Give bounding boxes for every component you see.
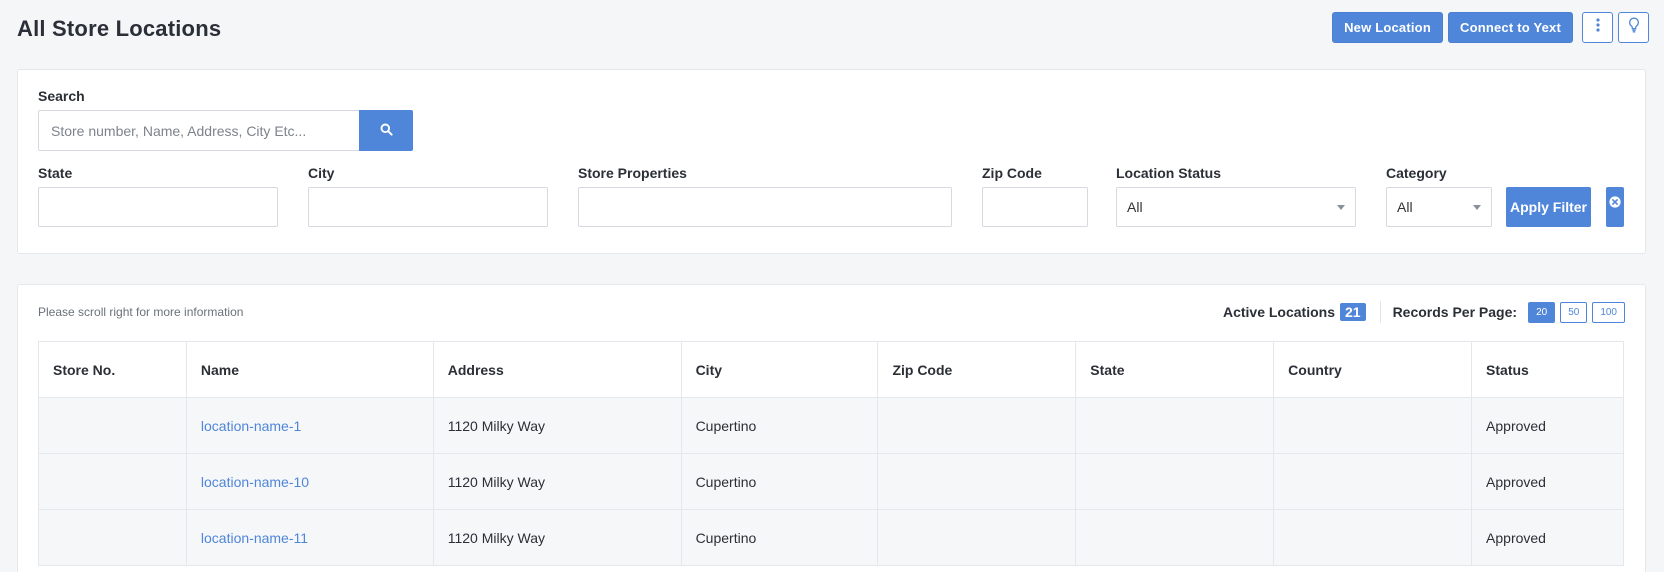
page-title: All Store Locations [17,16,222,41]
scroll-hint: Please scroll right for more information [38,305,244,319]
table-row[interactable]: location-name-1 1120 Milky Way Cupertino… [38,397,1624,454]
state-label: State [38,165,73,181]
search-input[interactable] [38,110,360,151]
active-locations-label: Active Locations [1222,304,1335,320]
location-status-value: All [1127,199,1143,215]
location-status-label: Location Status [1116,165,1222,181]
status-cell: Approved [1471,397,1624,454]
store-properties-label: Store Properties [578,165,687,181]
connect-to-yext-button[interactable]: Connect to Yext [1447,12,1573,43]
apply-filter-button[interactable]: Apply Filter [1506,187,1591,227]
zip-code-cell [877,397,1077,454]
search-button[interactable] [359,110,413,151]
location-name-link[interactable]: location-name-10 [185,453,434,510]
state-field[interactable] [38,187,278,227]
country-cell [1273,453,1473,510]
column-header-name[interactable]: Name [185,341,434,398]
chevron-down-icon [1473,205,1481,210]
chevron-down-icon [1337,205,1345,210]
state-cell [1075,509,1275,566]
per-page-20-button[interactable]: 20 [1528,301,1556,323]
city-label: City [308,165,335,181]
country-cell [1273,509,1473,566]
city-field[interactable] [308,187,548,227]
store-no-cell [38,397,187,454]
address-cell: 1120 Milky Way [432,397,682,454]
tips-button[interactable] [1618,12,1649,43]
more-options-button[interactable] [1582,12,1613,43]
address-cell: 1120 Milky Way [432,453,682,510]
header-actions: New Location Connect to Yext [1332,12,1649,43]
store-no-cell [38,453,187,510]
column-header-store-no[interactable]: Store No. [38,341,187,398]
store-no-cell [38,509,187,566]
search-label: Search [38,88,85,104]
records-per-page-label: Records Per Page: [1392,304,1518,320]
filters-panel: Search State City Store Properties Zip C… [17,69,1646,254]
per-page-100-button[interactable]: 100 [1592,301,1625,323]
location-name-link[interactable]: location-name-1 [185,397,434,454]
column-header-country[interactable]: Country [1273,341,1473,398]
category-label: Category [1386,165,1447,181]
city-cell: Cupertino [680,509,879,566]
close-circle-icon [1609,195,1621,227]
address-cell: 1120 Milky Way [432,509,682,566]
country-cell [1273,397,1473,454]
table-meta: Active Locations 21 Records Per Page: 20… [1223,301,1625,323]
city-cell: Cupertino [680,397,879,454]
meta-divider [1379,301,1381,323]
table-row[interactable]: location-name-10 1120 Milky Way Cupertin… [38,453,1624,510]
column-header-zip-code[interactable]: Zip Code [877,341,1077,398]
city-cell: Cupertino [680,453,879,510]
store-properties-field[interactable] [578,187,952,227]
column-header-address[interactable]: Address [432,341,682,398]
zip-code-label: Zip Code [982,165,1042,181]
category-value: All [1397,199,1413,215]
vertical-dots-icon [1595,18,1600,37]
table-header-row: Store No. Name Address City Zip Code Sta… [38,341,1624,398]
zip-code-field[interactable] [982,187,1088,227]
column-header-status[interactable]: Status [1471,341,1624,398]
zip-code-cell [877,453,1077,510]
state-cell [1075,397,1275,454]
locations-table: Store No. Name Address City Zip Code Sta… [38,341,1624,566]
active-locations-count-badge: 21 [1339,303,1366,321]
lightbulb-icon [1628,17,1640,38]
table-row[interactable]: location-name-11 1120 Milky Way Cupertin… [38,509,1624,566]
column-header-state[interactable]: State [1075,341,1275,398]
locations-table-panel: Please scroll right for more information… [17,284,1646,572]
status-cell: Approved [1471,509,1624,566]
location-status-select[interactable]: All [1116,187,1356,227]
per-page-50-button[interactable]: 50 [1560,301,1588,323]
column-header-city[interactable]: City [680,341,879,398]
state-cell [1075,453,1275,510]
category-select[interactable]: All [1386,187,1492,227]
location-name-link[interactable]: location-name-11 [185,509,434,566]
new-location-button[interactable]: New Location [1332,12,1443,43]
status-cell: Approved [1471,453,1624,510]
zip-code-cell [877,509,1077,566]
search-icon [380,123,393,139]
clear-filters-button[interactable] [1606,187,1624,227]
